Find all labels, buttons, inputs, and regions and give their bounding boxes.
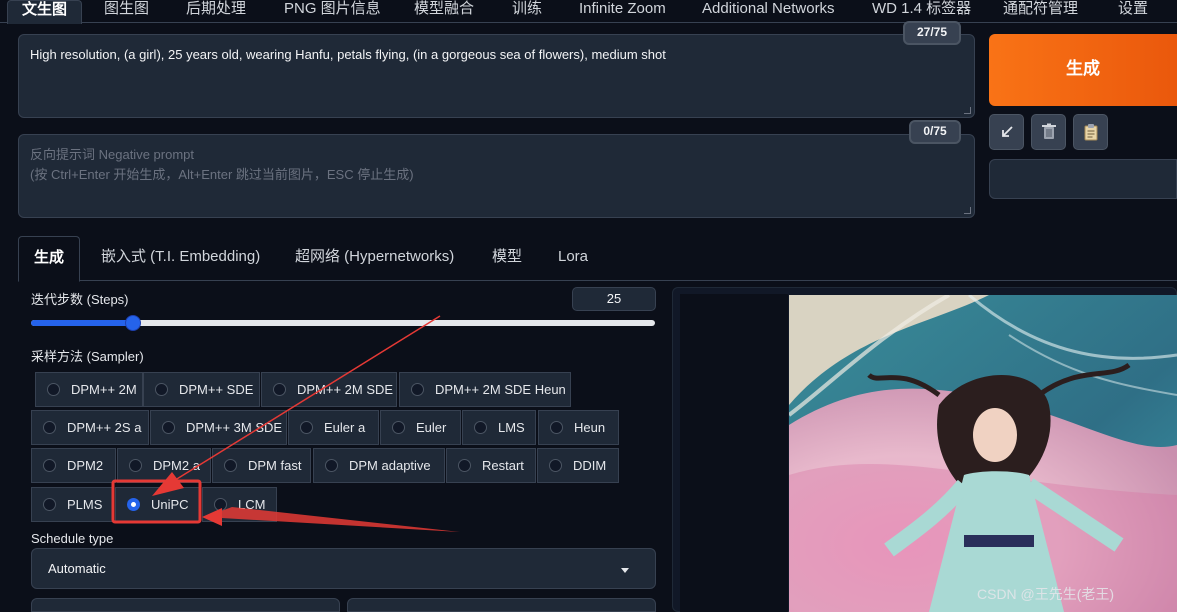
annotation-pointer-head (202, 508, 222, 526)
annotation-overlay (111, 315, 460, 532)
annotation-highlight-box (111, 479, 202, 524)
annotation-arrow-head (152, 472, 184, 496)
annotation-arrow-line (171, 315, 441, 483)
annotation-pointer (205, 507, 460, 532)
